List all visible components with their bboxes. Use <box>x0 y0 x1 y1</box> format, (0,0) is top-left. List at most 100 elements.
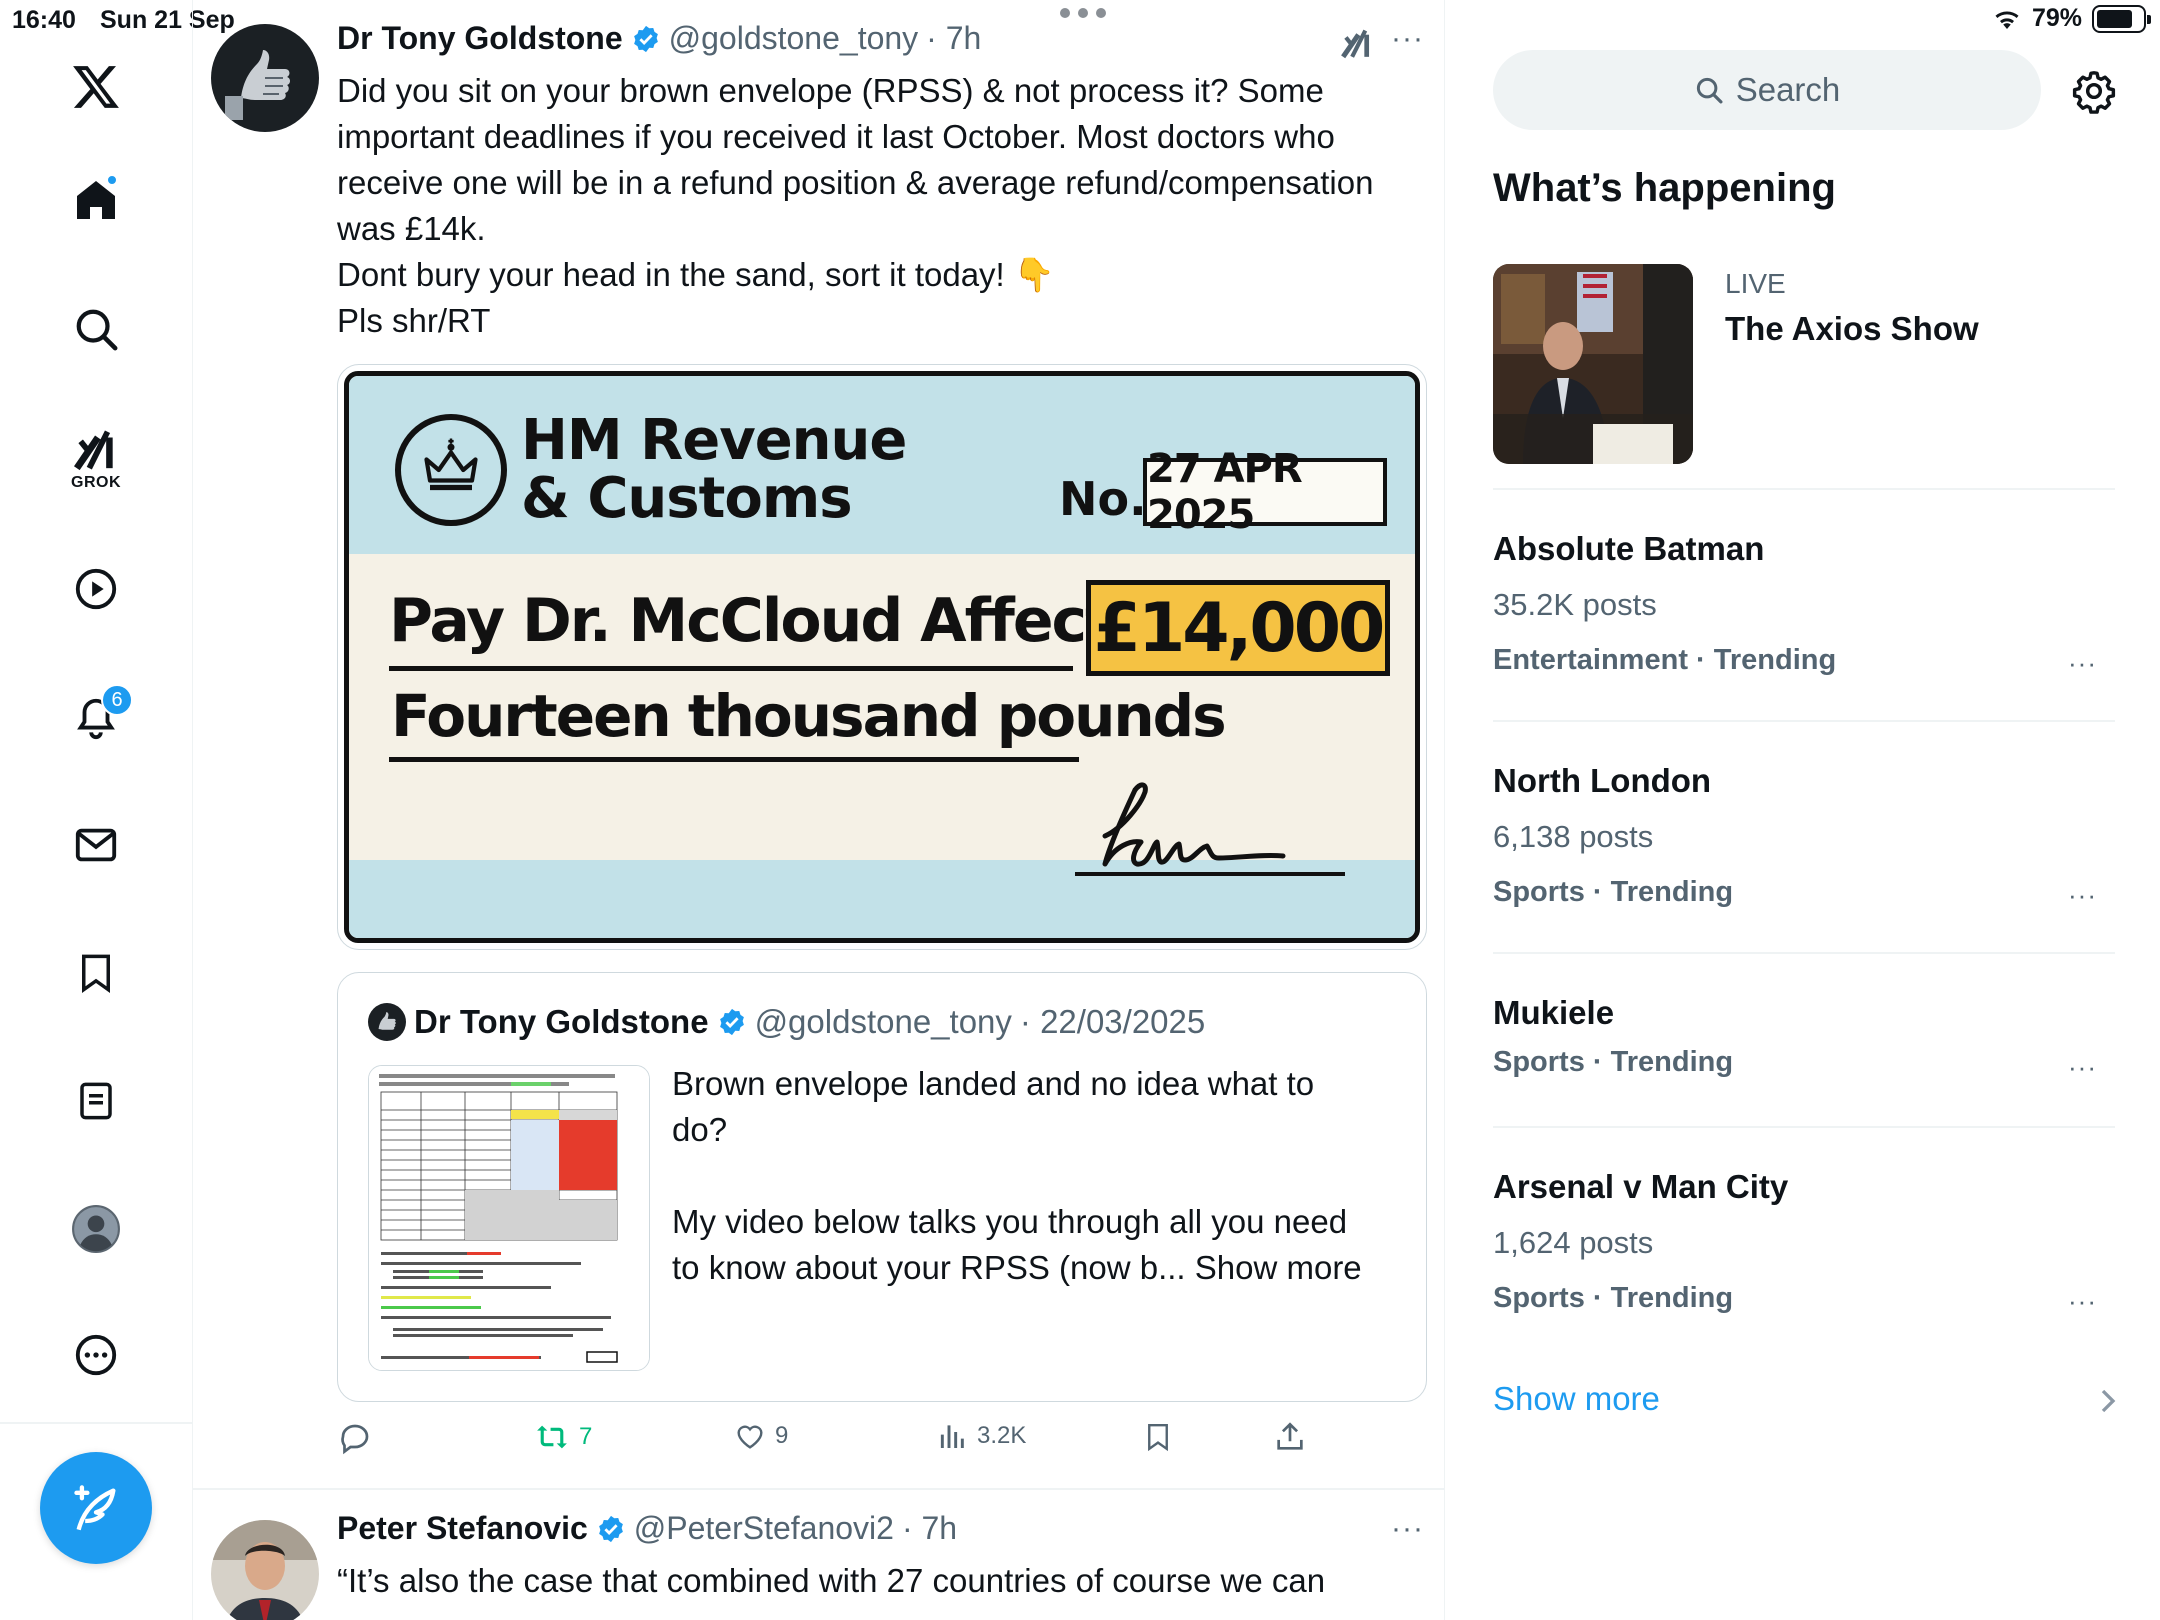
trend-item[interactable]: Mukiele Sports · Trending ··· <box>1493 990 2115 1082</box>
reply-icon <box>341 1424 369 1455</box>
trend-item[interactable]: North London 6,138 posts Sports · Trendi… <box>1493 758 2115 912</box>
trend-post-count: 1,624 posts <box>1493 1225 1654 1260</box>
quoted-tweet[interactable]: Dr Tony Goldstone @goldstone_tony · 22/0… <box>337 972 1427 1402</box>
sidebar-divider <box>1493 1126 2115 1128</box>
tweet-text-line: Did you sit on your brown envelope (RPSS… <box>337 72 1324 109</box>
profile-avatar-icon[interactable] <box>71 1204 121 1254</box>
verified-badge-icon <box>719 1008 744 1036</box>
trend-name: Mukiele <box>1493 994 1615 1031</box>
author-name[interactable]: Peter Stefanovic <box>337 1510 588 1547</box>
grok-nav[interactable]: GROK <box>71 426 121 492</box>
trend-item[interactable]: Absolute Batman 35.2K posts Entertainmen… <box>1493 526 2115 680</box>
sidebar-divider <box>1493 488 2115 490</box>
gear-icon[interactable] <box>2071 68 2117 114</box>
views-button[interactable]: 3.2K <box>937 1420 1026 1452</box>
explore-search-icon[interactable] <box>73 306 119 352</box>
author-handle[interactable]: @goldstone_tony <box>669 20 919 57</box>
quoted-tweet-header: Dr Tony Goldstone @goldstone_tony · 22/0… <box>368 1003 1205 1041</box>
tweet-header: Dr Tony Goldstone @goldstone_tony · 7h <box>337 20 981 57</box>
author-handle[interactable]: @PeterStefanovi2 <box>634 1510 894 1547</box>
share-button[interactable] <box>1273 1420 1307 1454</box>
tweet-more-icon[interactable]: ··· <box>1391 22 1424 56</box>
more-circle-icon[interactable] <box>73 1332 119 1378</box>
live-event-card[interactable]: LIVE The Axios Show <box>1493 264 2115 488</box>
trend-post-count: 6,138 posts <box>1493 819 1654 854</box>
tweet-text-line: Dont bury your head in the sand, sort it… <box>337 256 1055 293</box>
home-new-dot <box>106 174 118 186</box>
tweet-text-line: important deadlines if you received it l… <box>337 118 1335 155</box>
cheque-payee: Pay Dr. McCloud Affected <box>389 586 1193 656</box>
like-button[interactable]: 9 <box>733 1420 788 1452</box>
quoted-author-handle: @goldstone_tony <box>754 1003 1012 1040</box>
right-sidebar: Search What’s happening LIVE The Axios S… <box>1445 0 2160 1620</box>
author-avatar[interactable] <box>211 24 319 132</box>
crown-crest-icon <box>395 414 507 526</box>
bookmark-button[interactable] <box>1143 1420 1173 1454</box>
share-icon <box>1277 1422 1303 1450</box>
quoted-text-line: Brown envelope landed and no idea what t… <box>672 1065 1315 1102</box>
grok-explain-icon[interactable] <box>1339 24 1375 62</box>
live-event-thumbnail <box>1493 264 1693 464</box>
quoted-tweet-text: Brown envelope landed and no idea what t… <box>672 1061 1402 1291</box>
timeline: Dr Tony Goldstone @goldstone_tony · 7h ·… <box>193 0 1445 1620</box>
verified-badge-icon <box>598 1515 623 1542</box>
compose-button[interactable] <box>40 1452 152 1564</box>
messages-icon[interactable] <box>73 822 119 868</box>
compose-feather-icon <box>74 1485 116 1531</box>
tweet-time[interactable]: · 7h <box>926 20 981 57</box>
show-more-link[interactable]: Show more <box>1493 1380 1660 1418</box>
trend-name: Absolute Batman <box>1493 530 1765 567</box>
trend-category: Sports · Trending <box>1493 876 1734 908</box>
cheque-no-label: No. <box>1059 472 1147 526</box>
signature-mark <box>1075 782 1345 876</box>
sidebar-divider <box>1493 720 2115 722</box>
cheque-image: HM Revenue & Customs No. 27 APR 2025 Pay… <box>344 371 1420 943</box>
tweet-media-image[interactable]: HM Revenue & Customs No. 27 APR 2025 Pay… <box>337 364 1427 950</box>
tweet-text-line: was £14k. <box>337 210 486 247</box>
like-count: 9 <box>775 1422 789 1449</box>
whats-happening-title: What’s happening <box>1493 166 1836 210</box>
video-icon[interactable] <box>73 566 119 612</box>
cheque-issuer-line: HM Revenue <box>521 408 907 473</box>
trend-more-icon[interactable]: ··· <box>2068 648 2097 679</box>
tweet-time[interactable]: · 7h <box>902 1510 957 1547</box>
author-avatar[interactable] <box>211 1520 319 1620</box>
quoted-text-line: to know about your RPSS (now b... Show m… <box>672 1249 1362 1286</box>
x-logo-icon[interactable] <box>70 62 122 112</box>
quoted-text-line: My video below talks you through all you… <box>672 1203 1348 1240</box>
grok-icon <box>73 430 113 471</box>
sidebar-divider <box>1493 952 2115 954</box>
left-nav: GROK 6 <box>0 0 193 1620</box>
chevron-right-icon[interactable] <box>2097 1386 2119 1416</box>
tweet-actions: 7 9 3.2K <box>337 1420 1427 1470</box>
cheque-amount-words: Fourteen thousand pounds <box>391 682 1227 750</box>
bookmarks-icon[interactable] <box>75 950 117 996</box>
retweet-button[interactable]: 7 <box>533 1420 592 1454</box>
trend-more-icon[interactable]: ··· <box>2068 1052 2097 1083</box>
cheque-date: 27 APR 2025 <box>1143 446 1387 538</box>
tweet-text: “It’s also the case that combined with 2… <box>337 1562 1326 1599</box>
cheque-issuer-line: & Customs <box>521 466 853 531</box>
live-label: LIVE <box>1725 268 1786 299</box>
author-name[interactable]: Dr Tony Goldstone <box>337 20 623 57</box>
trend-more-icon[interactable]: ··· <box>2068 1286 2097 1317</box>
home-icon[interactable] <box>72 174 120 224</box>
quoted-author-avatar <box>368 1003 406 1041</box>
tweet-text-line: receive one will be in a refund position… <box>337 164 1374 201</box>
trend-name: Arsenal v Man City <box>1493 1168 1789 1205</box>
nav-divider <box>0 1422 193 1424</box>
search-input[interactable]: Search <box>1493 50 2041 130</box>
trend-category: Sports · Trending <box>1493 1282 1734 1314</box>
notifications-icon[interactable]: 6 <box>73 684 133 742</box>
trend-more-icon[interactable]: ··· <box>2068 880 2097 911</box>
tweet-more-icon[interactable]: ··· <box>1391 1512 1424 1546</box>
lists-icon[interactable] <box>75 1078 117 1124</box>
tweet[interactable]: Dr Tony Goldstone @goldstone_tony · 7h ·… <box>193 0 1444 1490</box>
trend-item[interactable]: Arsenal v Man City 1,624 posts Sports · … <box>1493 1164 2115 1318</box>
verified-badge-icon <box>633 25 658 52</box>
retweet-count: 7 <box>579 1423 593 1450</box>
reply-button[interactable] <box>337 1420 373 1456</box>
tweet[interactable]: Peter Stefanovic @PeterStefanovi2 · 7h ·… <box>193 1490 1444 1620</box>
trend-category: Entertainment · Trending <box>1493 644 1837 676</box>
quoted-text-line: do? <box>672 1111 728 1148</box>
